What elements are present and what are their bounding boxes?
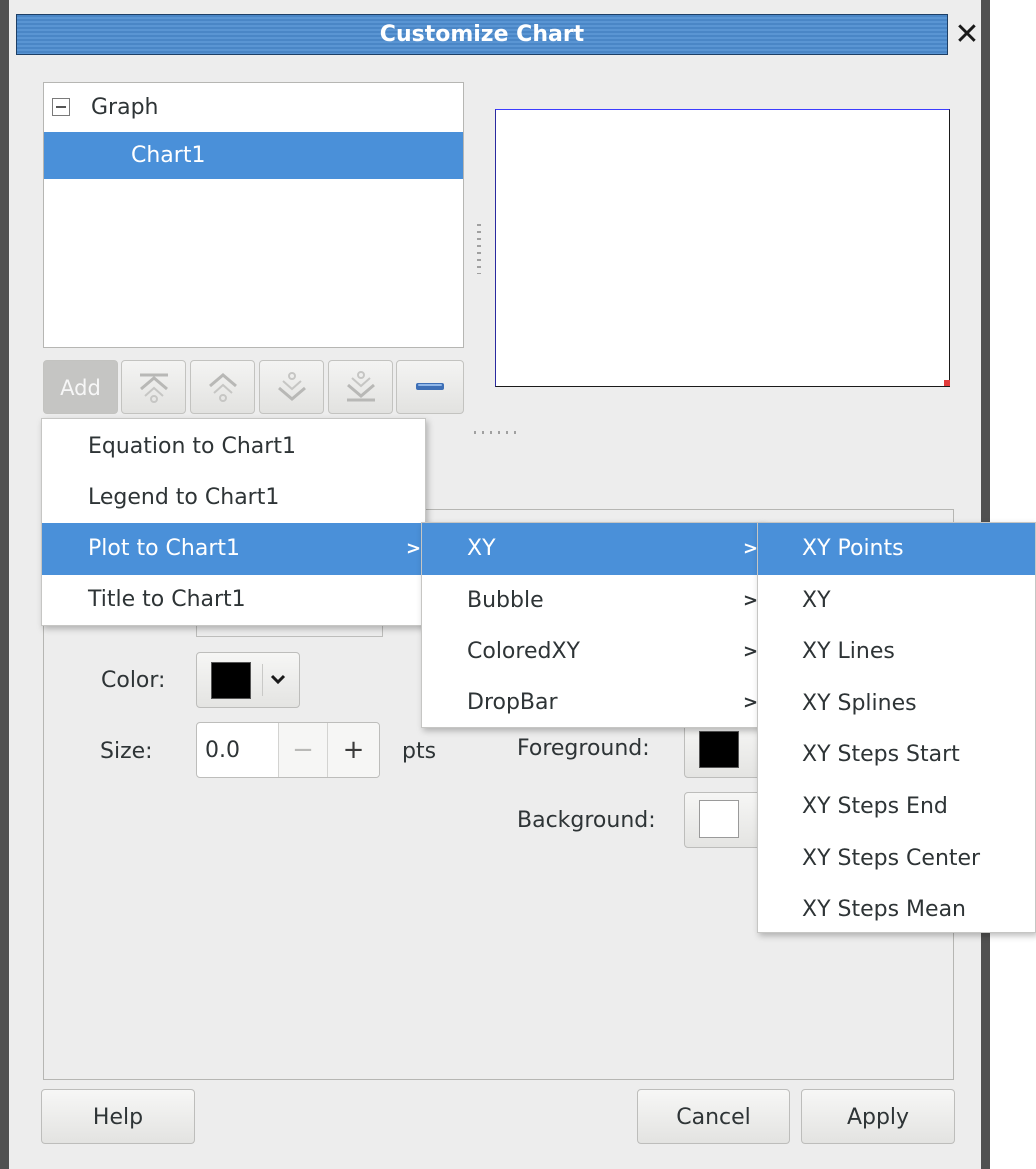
menu-item-xy-splines[interactable]: XY Splines bbox=[758, 678, 1035, 730]
move-down-icon bbox=[277, 372, 306, 401]
vertical-pane-grip[interactable] bbox=[477, 224, 481, 274]
chevron-right-icon: > bbox=[743, 538, 759, 559]
chart-preview bbox=[495, 109, 950, 387]
remove-icon bbox=[416, 383, 444, 390]
help-button[interactable]: Help bbox=[41, 1089, 195, 1144]
foreground-swatch bbox=[699, 731, 739, 768]
tree-item-graph[interactable]: Graph bbox=[91, 91, 158, 125]
resize-handle[interactable] bbox=[944, 380, 950, 386]
menu-item-equation[interactable]: Equation to Chart1 bbox=[42, 421, 425, 473]
cancel-button[interactable]: Cancel bbox=[637, 1089, 790, 1144]
chevron-right-icon: > bbox=[743, 590, 759, 611]
menu-item-legend[interactable]: Legend to Chart1 bbox=[42, 472, 425, 524]
size-decrement-button[interactable]: − bbox=[278, 723, 327, 777]
move-down-button[interactable] bbox=[259, 360, 324, 414]
menu-item-xy-lines[interactable]: XY Lines bbox=[758, 626, 1035, 678]
tree-item-chart1-label: Chart1 bbox=[131, 143, 206, 168]
add-button[interactable]: Add bbox=[43, 360, 118, 414]
chevron-right-icon: > bbox=[743, 641, 759, 662]
color-swatch bbox=[211, 662, 251, 699]
move-up-icon bbox=[208, 373, 237, 402]
foreground-label: Foreground: bbox=[517, 736, 650, 761]
move-up-button[interactable] bbox=[190, 360, 255, 414]
dialog-title: Customize Chart bbox=[16, 14, 948, 55]
menu-item-dropbar[interactable]: DropBar > bbox=[422, 677, 763, 729]
menu-item-plot[interactable]: Plot to Chart1 > bbox=[42, 523, 425, 575]
move-to-top-icon bbox=[139, 373, 168, 403]
move-to-bottom-button[interactable] bbox=[328, 360, 393, 414]
menu-item-xy-steps-mean[interactable]: XY Steps Mean bbox=[758, 884, 1035, 936]
move-to-bottom-icon bbox=[346, 371, 375, 402]
tree-item-chart1[interactable] bbox=[44, 132, 463, 179]
collapse-icon[interactable] bbox=[52, 98, 70, 116]
menu-item-xy-points[interactable]: XY Points bbox=[758, 523, 1035, 575]
apply-button[interactable]: Apply bbox=[801, 1089, 955, 1144]
size-label: Size: bbox=[100, 739, 153, 764]
close-icon[interactable]: ✕ bbox=[952, 18, 982, 52]
move-to-top-button[interactable] bbox=[121, 360, 186, 414]
size-value[interactable]: 0.0 bbox=[205, 735, 240, 767]
menu-item-xy-steps-start[interactable]: XY Steps Start bbox=[758, 729, 1035, 781]
chevron-right-icon: > bbox=[743, 692, 759, 713]
menu-item-coloredxy[interactable]: ColoredXY > bbox=[422, 626, 763, 678]
background-label: Background: bbox=[517, 808, 656, 833]
remove-button[interactable] bbox=[396, 360, 464, 414]
menu-item-xy[interactable]: XY > bbox=[422, 523, 763, 575]
add-menu: Equation to Chart1 Legend to Chart1 Plot… bbox=[41, 418, 426, 626]
xy-plot-menu: XY Points XY XY Lines XY Splines XY Step… bbox=[757, 522, 1036, 933]
color-label: Color: bbox=[101, 668, 166, 693]
chevron-right-icon: > bbox=[406, 538, 422, 559]
menu-item-xy-steps-center[interactable]: XY Steps Center bbox=[758, 833, 1035, 885]
background-swatch bbox=[699, 800, 739, 838]
chevron-down-icon bbox=[262, 664, 292, 696]
menu-item-title[interactable]: Title to Chart1 bbox=[42, 574, 425, 626]
menu-item-xy-steps-end[interactable]: XY Steps End bbox=[758, 781, 1035, 833]
plot-type-menu: XY > Bubble > ColoredXY > DropBar > bbox=[421, 522, 764, 728]
menu-item-bubble[interactable]: Bubble > bbox=[422, 575, 763, 627]
horizontal-pane-grip[interactable] bbox=[474, 431, 522, 434]
size-increment-button[interactable]: + bbox=[327, 723, 379, 777]
size-unit-label: pts bbox=[402, 739, 437, 764]
menu-item-xy-plain[interactable]: XY bbox=[758, 575, 1035, 627]
